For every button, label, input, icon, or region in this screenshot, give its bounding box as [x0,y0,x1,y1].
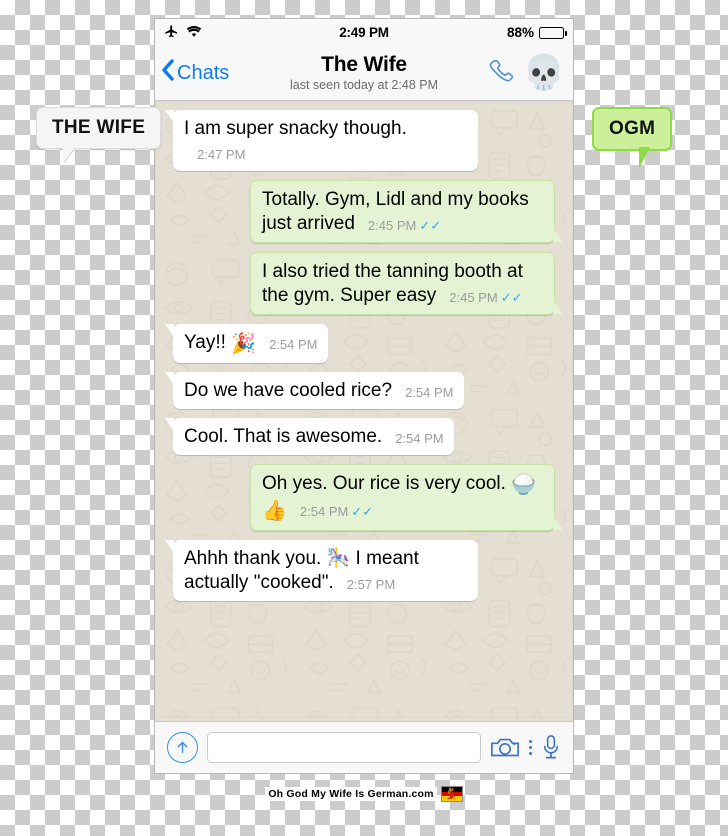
message-row: I also tried the tanning booth at the gy… [165,251,563,315]
message-text: Cool. That is awesome. [184,425,383,447]
more-options-icon[interactable] [529,740,532,755]
read-receipt-ticks-icon: ✓✓ [500,289,523,305]
message-meta: 2:54 PM [405,385,453,401]
message-bubble-in[interactable]: Do we have cooled rice? 2:54 PM [165,371,464,409]
message-input-bar [155,721,573,773]
german-flag-icon: 💃 [440,786,463,802]
microphone-icon[interactable] [541,734,561,761]
contact-last-seen: last seen today at 2:48 PM [289,77,438,92]
chat-message-list[interactable]: I am super snacky though. 2:47 PM Totally.… [155,101,573,721]
message-meta: 2:54 PM [395,431,443,447]
chat-title-block: The Wife last seen today at 2:48 PM [245,52,483,92]
message-bubble-out[interactable]: Totally. Gym, Lidl and my books just arr… [250,179,563,243]
message-timestamp: 2:54 PM [395,430,444,446]
message-timestamp: 2:54 PM [269,336,318,352]
phone-screen: 2:49 PM 88% Chats The Wife last seen tod… [154,18,574,774]
footer-text: Oh God My Wife Is German.com [265,787,437,801]
message-meta: 2:57 PM [347,577,395,593]
message-bubble-in[interactable]: Yay!! 🎉 2:54 PM [165,323,328,363]
message-text: Yay!! [184,331,232,353]
message-emoji: 🎉 [231,332,257,355]
message-bubble-out[interactable]: Oh yes. Our rice is very cool. 🍚👍 2:54 PM… [250,463,563,532]
message-meta: 2:54 PM ✓✓ [300,504,373,520]
battery-icon [539,26,567,39]
footer-watermark: Oh God My Wife Is German.com 💃 [0,786,728,802]
message-bubble-out[interactable]: I also tried the tanning booth at the gy… [250,251,563,315]
message-meta: 2:47 PM [197,147,245,163]
chevron-left-icon [161,58,175,88]
chat-header-actions: 💀 [488,53,564,93]
flag-emblem: 💃 [444,787,459,800]
message-timestamp: 2:45 PM [367,217,417,233]
screenshot-canvas: 2:49 PM 88% Chats The Wife last seen tod… [0,0,728,836]
status-bar-right: 88% [506,25,567,40]
contact-avatar[interactable]: 💀 [524,53,564,93]
message-timestamp: 2:45 PM [449,289,498,305]
callout-ogm: OGM [592,107,673,169]
read-receipt-ticks-icon: ✓✓ [419,217,442,233]
message-timestamp: 2:47 PM [197,146,246,162]
callout-the-wife: THE WIFE [36,107,162,149]
message-meta: 2:45 PM ✓✓ [368,218,441,234]
message-row: Totally. Gym, Lidl and my books just arr… [165,179,563,243]
message-input[interactable] [207,732,481,763]
message-text: Do we have cooled rice? [184,379,393,401]
phone-call-icon[interactable] [488,57,515,89]
contact-name: The Wife [321,52,407,76]
message-text: I am super snacky though. [184,118,407,139]
message-bubble-in[interactable]: Cool. That is awesome. 2:54 PM [165,417,454,455]
message-row: Do we have cooled rice? 2:54 PM [165,371,563,409]
back-button-label: Chats [177,61,230,84]
message-timestamp: 2:54 PM [405,384,454,400]
message-timestamp: 2:54 PM [299,503,349,519]
message-bubble-in[interactable]: I am super snacky though. 2:47 PM [165,110,478,171]
camera-icon[interactable] [490,736,520,760]
message-row: I am super snacky though. 2:47 PM [165,110,563,171]
message-row: Cool. That is awesome. 2:54 PM [165,417,563,455]
status-bar: 2:49 PM 88% [155,19,573,46]
messages-container: I am super snacky though. 2:47 PM Totally.… [165,110,563,610]
back-to-chats-button[interactable]: Chats [161,58,229,88]
message-bubble-in[interactable]: Ahhh thank you. 🎠 I meant actually "cook… [165,540,478,601]
message-row: Ahhh thank you. 🎠 I meant actually "cook… [165,540,563,601]
read-receipt-ticks-icon: ✓✓ [351,503,374,519]
battery-percent-label: 88% [506,25,534,40]
message-row: Yay!! 🎉 2:54 PM [165,323,563,363]
message-timestamp: 2:57 PM [346,577,396,592]
message-row: Oh yes. Our rice is very cool. 🍚👍 2:54 PM… [165,463,563,532]
message-meta: 2:54 PM [269,337,317,353]
message-text: Oh yes. Our rice is very cool. [262,472,512,494]
chat-header: Chats The Wife last seen today at 2:48 P… [155,46,573,101]
message-meta: 2:45 PM ✓✓ [449,290,522,306]
upload-arrow-icon[interactable] [167,732,198,763]
